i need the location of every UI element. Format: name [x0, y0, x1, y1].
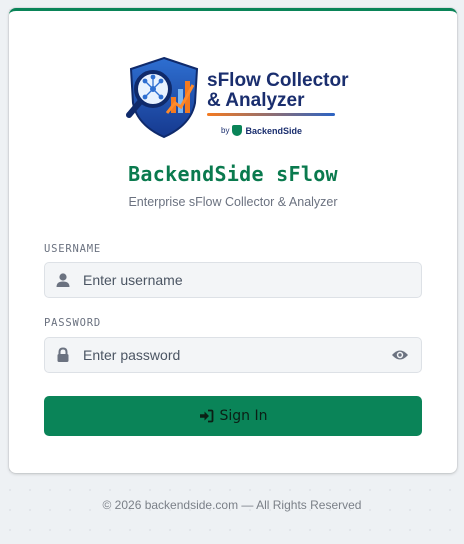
- password-label: PASSWORD: [44, 317, 101, 329]
- product-logo: sFlow Collector & Analyzer by BackendSid…: [123, 51, 348, 141]
- backendside-brand-icon: [232, 125, 243, 136]
- eye-icon[interactable]: [391, 348, 409, 362]
- shield-analytics-logo-icon: [126, 56, 199, 139]
- password-field[interactable]: [44, 337, 422, 373]
- logo-by-brand: BackendSide: [245, 125, 302, 136]
- logo-product-subtitle: & Analyzer: [207, 90, 305, 111]
- logo-by-prefix: by: [221, 126, 230, 135]
- sign-in-label: Sign In: [219, 408, 268, 424]
- user-icon: [56, 273, 70, 287]
- logo-product-name: sFlow Collector: [207, 70, 349, 91]
- sign-in-button[interactable]: Sign In: [44, 396, 422, 436]
- page-title: BackendSide sFlow: [128, 162, 338, 186]
- lock-icon: [57, 347, 69, 362]
- logo-underline: [207, 113, 335, 116]
- username-label: USERNAME: [44, 243, 101, 255]
- username-input[interactable]: [83, 263, 383, 297]
- password-input[interactable]: [83, 338, 383, 372]
- page-subtitle: Enterprise sFlow Collector & Analyzer: [128, 195, 338, 209]
- logo-byline: by BackendSide: [221, 125, 302, 136]
- footer-copyright: © 2026 backendside.com — All Rights Rese…: [102, 498, 362, 512]
- login-card: sFlow Collector & Analyzer by BackendSid…: [9, 8, 457, 473]
- username-field[interactable]: [44, 262, 422, 298]
- sign-in-icon: [199, 409, 213, 423]
